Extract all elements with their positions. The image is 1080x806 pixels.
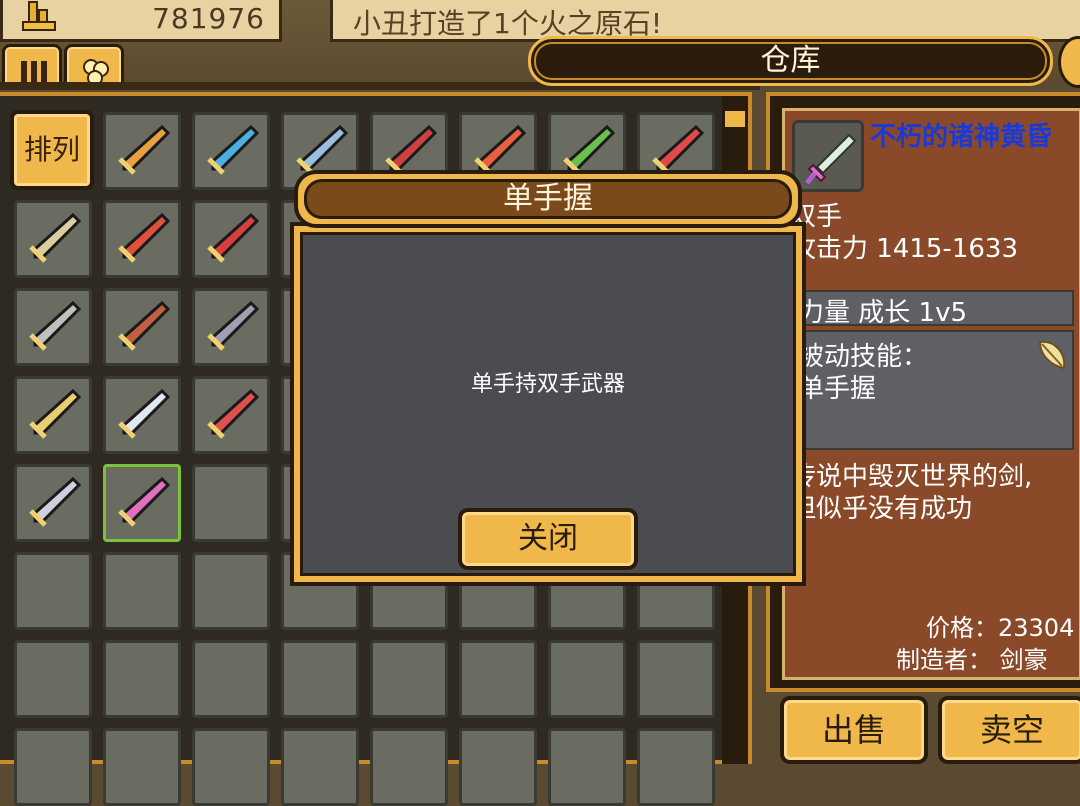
inventory-slot[interactable]	[459, 640, 537, 718]
inventory-slot[interactable]	[192, 464, 270, 542]
inventory-slot[interactable]	[103, 288, 181, 366]
silver-shield-icon	[118, 388, 171, 439]
passive-skill-name: 单手握	[798, 374, 877, 404]
feather-quill-icon[interactable]	[1032, 336, 1070, 374]
modal-title: 单手握	[503, 181, 593, 216]
item-thumbnail	[792, 120, 864, 192]
silver-chain-icon	[29, 300, 82, 351]
scroll-thumb[interactable]	[722, 108, 748, 130]
inventory-slot[interactable]	[192, 728, 270, 806]
crystal-orb-icon	[29, 476, 82, 527]
skill-modal: 单手持双手武器 关闭	[294, 226, 802, 582]
golden-blade-icon	[29, 388, 82, 439]
inventory-slot[interactable]	[281, 640, 359, 718]
winged-armor-icon	[207, 388, 260, 439]
inventory-slot[interactable]	[103, 728, 181, 806]
inventory-slot[interactable]	[192, 288, 270, 366]
inventory-slot[interactable]	[637, 640, 715, 718]
inventory-slot[interactable]	[637, 728, 715, 806]
modal-close-button[interactable]: 关闭	[458, 508, 638, 570]
inventory-slot[interactable]	[103, 200, 181, 278]
item-description-line2: 但似乎没有成功	[790, 494, 973, 524]
item-attack: 攻击力 1415-1633	[790, 234, 1018, 264]
item-price: 价格：23304	[926, 614, 1075, 642]
blue-wand-icon	[207, 124, 260, 175]
stat-text: 力量 成长 1v5	[798, 298, 968, 328]
inventory-slot[interactable]	[548, 728, 626, 806]
gold-amount: 781976	[152, 2, 265, 35]
inventory-slot[interactable]	[103, 464, 181, 542]
inventory-slot[interactable]	[192, 552, 270, 630]
bronze-helmet-icon	[118, 300, 171, 351]
inventory-slot[interactable]	[370, 728, 448, 806]
inventory-slot[interactable]	[103, 376, 181, 454]
item-name: 不朽的诸神黄昏	[870, 122, 1053, 152]
warehouse-title: 仓库	[760, 43, 821, 78]
inventory-slot[interactable]	[14, 376, 92, 454]
stat-row: 力量 成长 1v5	[790, 290, 1074, 328]
pink-crystal-sword-icon	[118, 476, 171, 527]
inventory-slot[interactable]	[103, 552, 181, 630]
fire-staff-icon	[118, 212, 171, 263]
inventory-slot[interactable]	[281, 728, 359, 806]
passive-skill-box: 被动技能： 单手握	[790, 330, 1074, 450]
inventory-slot[interactable]	[14, 288, 92, 366]
inventory-slot[interactable]	[370, 640, 448, 718]
modal-message: 单手持双手武器	[470, 372, 625, 397]
inventory-slot[interactable]	[14, 464, 92, 542]
sell-button[interactable]: 出售	[780, 696, 928, 764]
inventory-slot[interactable]	[192, 112, 270, 190]
inventory-slot[interactable]	[14, 552, 92, 630]
inventory-slot[interactable]	[548, 640, 626, 718]
inventory-slot[interactable]	[103, 640, 181, 718]
inventory-slot[interactable]	[103, 112, 181, 190]
modal-header-inner: 单手握	[304, 179, 792, 219]
inventory-slot[interactable]	[459, 728, 537, 806]
inventory-slot[interactable]	[14, 728, 92, 806]
knight-helmet-icon	[207, 300, 260, 351]
inventory-slot[interactable]	[192, 200, 270, 278]
sun-scepter-icon	[118, 124, 171, 175]
crimson-sword-icon	[207, 212, 260, 263]
pink-crystal-sword-icon	[805, 133, 857, 185]
gold-counter: 781976	[0, 0, 282, 42]
warehouse-header: 仓库	[528, 36, 1053, 86]
mace-icon	[29, 212, 82, 263]
sell-all-button[interactable]: 卖空	[938, 696, 1080, 764]
inventory-slot[interactable]	[192, 376, 270, 454]
inventory-slot[interactable]	[14, 640, 92, 718]
sort-button[interactable]: 排列	[10, 110, 94, 190]
inventory-slot[interactable]	[14, 200, 92, 278]
modal-header: 单手握	[294, 170, 802, 228]
item-maker: 制造者： 剑豪	[896, 646, 1048, 674]
gold-coin-stack-icon	[22, 1, 56, 31]
inventory-slot[interactable]	[192, 640, 270, 718]
